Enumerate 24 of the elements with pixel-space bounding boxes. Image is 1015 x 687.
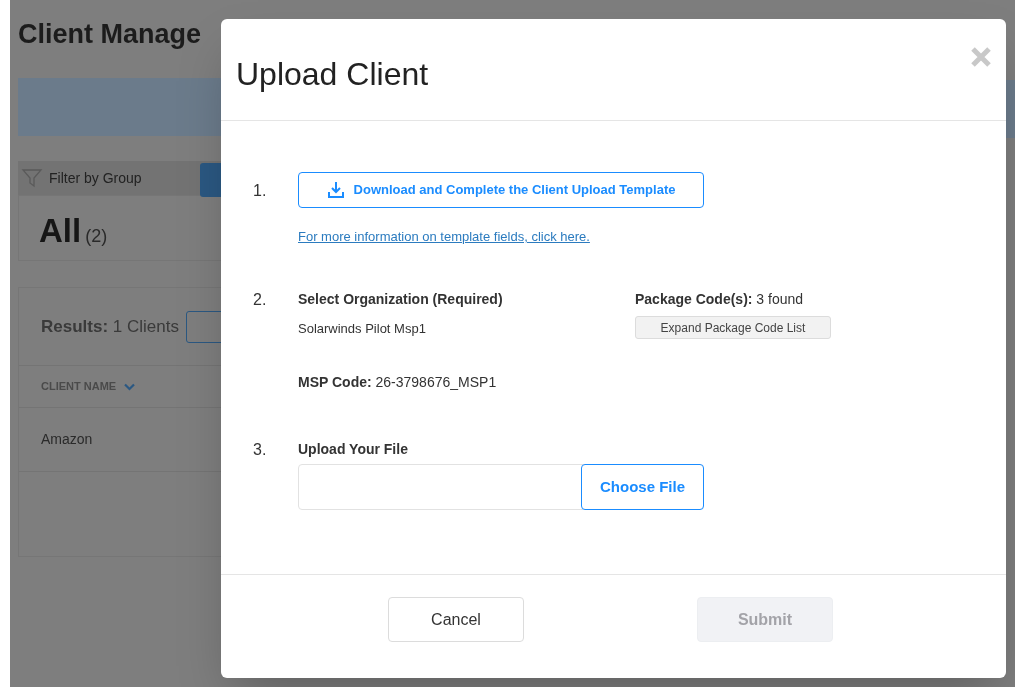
step-number: 1. — [253, 181, 267, 201]
download-icon — [326, 181, 345, 199]
table-cell-text: Amazon — [41, 430, 93, 449]
info-banner — [1006, 80, 1015, 138]
page-title: Client Manage — [18, 18, 202, 50]
group-name: All — [39, 211, 82, 251]
expand-button[interactable]: Expand Package Code List — [635, 316, 831, 339]
field-label: Select Organization (Required) — [298, 290, 503, 309]
step-number: 2. — [253, 290, 267, 310]
field-label: Upload Your File — [298, 440, 408, 459]
msp-code: MSP Code: 26-3798676_MSP1 — [298, 373, 497, 392]
download-button[interactable]: Download and Complete the Client Upload Template — [298, 172, 704, 208]
package-code-count: Package Code(s): 3 found — [635, 290, 804, 309]
filter-label[interactable]: Filter by Group — [49, 167, 142, 189]
file-field[interactable]: Choose File — [298, 464, 704, 510]
group-count: (2) — [85, 225, 108, 248]
organization-name: Solarwinds Pilot Msp1 — [298, 320, 426, 338]
step-number: 3. — [253, 440, 267, 460]
choose-file-button[interactable]: Choose File — [581, 464, 704, 510]
results-count: Results: 1 Clients — [41, 315, 179, 338]
cancel-button[interactable]: Cancel — [388, 597, 524, 642]
filter-icon — [21, 167, 43, 189]
dialog-title: Upload Client — [236, 58, 429, 90]
help-link[interactable]: For more information on template fields, click here. — [298, 227, 590, 247]
